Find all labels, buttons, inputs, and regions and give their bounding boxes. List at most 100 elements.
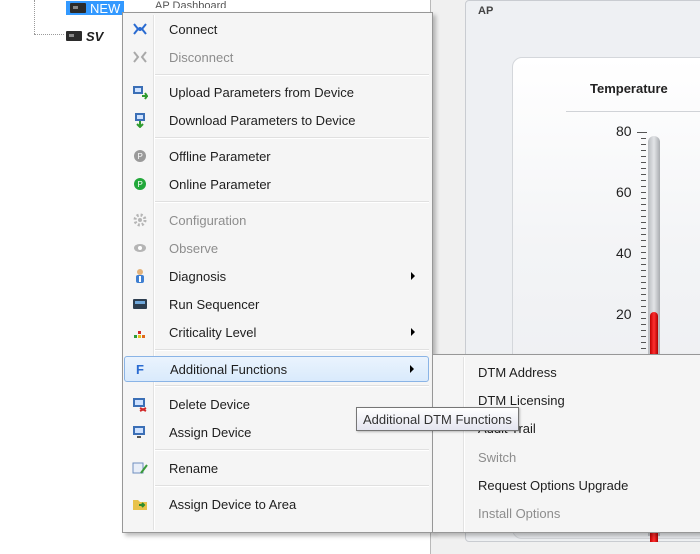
- menu-separator: [155, 485, 429, 487]
- menu-item-additional-functions[interactable]: F Additional Functions: [124, 356, 429, 382]
- menu-separator: [155, 74, 429, 76]
- menu-item-observe[interactable]: Observe: [124, 235, 429, 261]
- menu-item-online-parameter[interactable]: P Online Parameter: [124, 171, 429, 197]
- scale-tick: [641, 276, 646, 277]
- menu-item-diagnosis[interactable]: Diagnosis: [124, 263, 429, 289]
- tooltip: Additional DTM Functions: [356, 407, 519, 431]
- assign-device-icon: [132, 424, 148, 440]
- submenu-item-dtm-address[interactable]: DTM Address: [434, 359, 700, 385]
- scale-tick: [641, 138, 646, 139]
- svg-text:F: F: [136, 362, 144, 377]
- scale-tick: [641, 198, 646, 199]
- configuration-icon: [132, 212, 148, 228]
- menu-item-disconnect[interactable]: Disconnect: [124, 44, 429, 70]
- scale-tick: [641, 186, 646, 187]
- scale-tick: [641, 288, 646, 289]
- scale-tick: [637, 132, 647, 133]
- menu-item-configuration[interactable]: Configuration: [124, 207, 429, 233]
- menu-separator: [155, 349, 429, 351]
- menu-item-run-sequencer[interactable]: Run Sequencer: [124, 291, 429, 317]
- scale-label: 60: [616, 184, 632, 200]
- submenu-arrow-icon: [411, 272, 415, 280]
- scale-tick: [641, 342, 646, 343]
- scale-tick: [641, 144, 646, 145]
- submenu-arrow-icon: [411, 328, 415, 336]
- tree-node-new[interactable]: NEW: [66, 0, 125, 16]
- scale-tick: [641, 174, 646, 175]
- scale-tick: [641, 270, 646, 271]
- scale-tick: [641, 324, 646, 325]
- area-folder-icon: [132, 496, 148, 512]
- scale-tick: [641, 336, 646, 337]
- scale-tick: [641, 216, 646, 217]
- scale-tick: [641, 282, 646, 283]
- scale-tick: [641, 168, 646, 169]
- submenu-item-install-options[interactable]: Install Options: [434, 500, 700, 526]
- scale-tick: [641, 222, 646, 223]
- menu-item-offline-parameter[interactable]: P Offline Parameter: [124, 143, 429, 169]
- scale-tick: [641, 348, 646, 349]
- device-icon: [66, 31, 82, 41]
- scale-tick: [641, 204, 646, 205]
- scale-tick: [641, 306, 646, 307]
- connect-icon: [132, 21, 148, 37]
- menu-separator: [155, 201, 429, 203]
- scale-tick: [641, 300, 646, 301]
- disconnect-icon: [132, 49, 148, 65]
- scale-label: 40: [616, 245, 632, 261]
- rename-icon: [132, 460, 148, 476]
- tree-node-label: SV: [86, 28, 104, 44]
- scale-tick: [641, 246, 646, 247]
- scale-tick: [641, 192, 646, 193]
- menu-item-download-parameters[interactable]: Download Parameters to Device: [124, 107, 429, 133]
- scale-tick: [641, 162, 646, 163]
- gauge-divider: [566, 111, 700, 112]
- upload-icon: [132, 84, 148, 100]
- scale-tick: [641, 210, 646, 211]
- menu-separator: [155, 137, 429, 139]
- scale-tick: [641, 312, 646, 313]
- menu-item-criticality-level[interactable]: Criticality Level: [124, 319, 429, 345]
- scale-tick: [641, 180, 646, 181]
- menu-item-connect[interactable]: Connect: [124, 16, 429, 42]
- tab-header-fragment: AP Dashboard: [155, 0, 227, 8]
- scale-label: 80: [616, 123, 632, 139]
- gauge-title: Temperature: [590, 81, 668, 96]
- online-parameter-icon: P: [132, 176, 148, 192]
- diagnosis-icon: [132, 268, 148, 284]
- scale-tick: [641, 252, 646, 253]
- scale-tick: [641, 240, 646, 241]
- observe-icon: [132, 240, 148, 256]
- menu-separator: [155, 385, 429, 387]
- function-icon: F: [133, 361, 149, 377]
- menu-item-rename[interactable]: Rename: [124, 455, 429, 481]
- scale-tick: [641, 228, 646, 229]
- scale-tick: [641, 294, 646, 295]
- sequencer-icon: [132, 296, 148, 312]
- scale-tick: [641, 150, 646, 151]
- tree-connector: [34, 34, 64, 35]
- scale-tick: [641, 156, 646, 157]
- scale-tick: [641, 264, 646, 265]
- svg-text:P: P: [138, 152, 143, 161]
- scale-label: 20: [616, 306, 632, 322]
- download-icon: [132, 112, 148, 128]
- frame-label: AP: [478, 5, 494, 17]
- scale-tick: [641, 318, 646, 319]
- scale-tick: [641, 258, 646, 259]
- tree-node-sv[interactable]: SV: [66, 27, 103, 45]
- scale-tick: [641, 330, 646, 331]
- tree-connector: [34, 0, 35, 34]
- submenu-item-request-options-upgrade[interactable]: Request Options Upgrade: [434, 472, 700, 498]
- scale-tick: [641, 234, 646, 235]
- submenu-item-switch[interactable]: Switch: [434, 444, 700, 470]
- tree-node-label: NEW: [90, 0, 121, 16]
- delete-device-icon: [132, 396, 148, 412]
- criticality-icon: [132, 324, 148, 340]
- menu-item-assign-device-to-area[interactable]: Assign Device to Area: [124, 491, 429, 517]
- menu-separator: [155, 449, 429, 451]
- menu-item-upload-parameters[interactable]: Upload Parameters from Device: [124, 79, 429, 105]
- device-icon: [70, 3, 86, 13]
- submenu-arrow-icon: [410, 365, 414, 373]
- offline-parameter-icon: P: [132, 148, 148, 164]
